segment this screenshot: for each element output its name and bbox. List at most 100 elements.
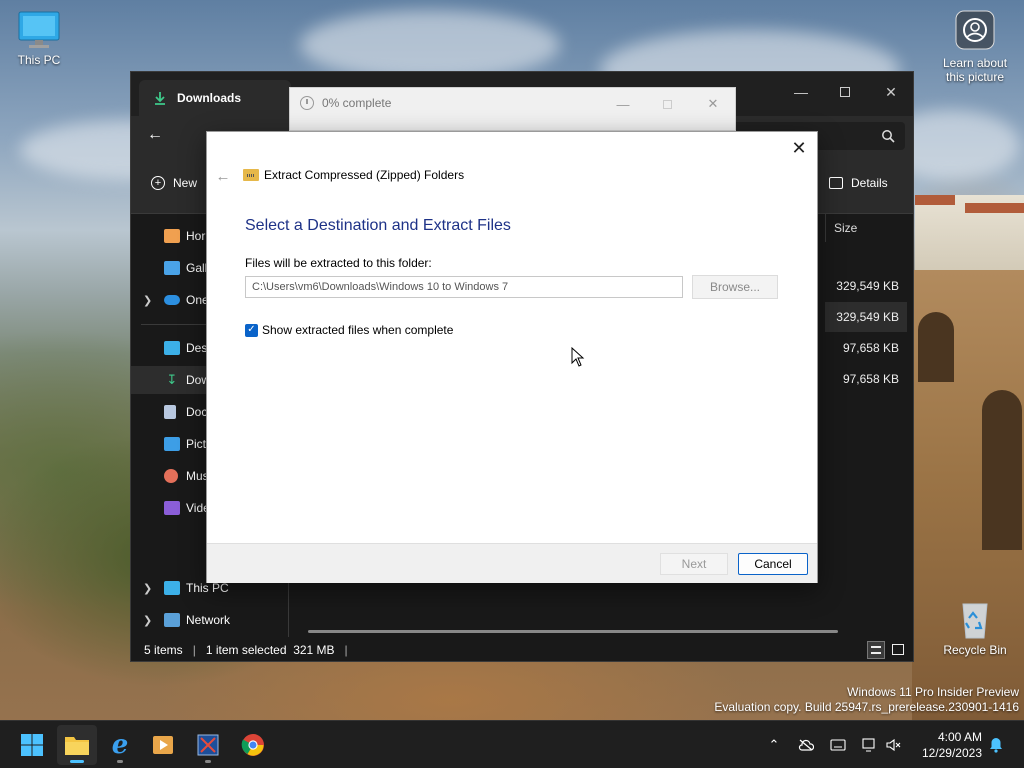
windows-watermark: Windows 11 Pro Insider Preview Evaluatio… <box>714 685 1019 715</box>
maximize-button[interactable] <box>825 78 865 106</box>
list-view-icon <box>871 646 881 654</box>
wizard-title-label: Extract Compressed (Zipped) Folders <box>264 168 465 182</box>
desktop-icon-learn-about-picture[interactable]: Learn about this picture <box>938 10 1012 84</box>
explorer-tab-label: Downloads <box>177 91 242 105</box>
back-arrow-icon[interactable]: ← <box>147 126 163 144</box>
file-size-cell: 329,549 KB <box>825 302 907 332</box>
desktop-icon-label: this picture <box>945 70 1005 84</box>
show-files-checkbox[interactable]: ✓ Show extracted files when complete <box>245 323 453 337</box>
desktop-icon-recycle-bin[interactable]: Recycle Bin <box>940 598 1010 657</box>
destination-path-field[interactable] <box>245 276 683 298</box>
chevron-right-icon[interactable]: ❯ <box>143 582 152 595</box>
checkmark-icon[interactable]: ✓ <box>245 323 258 337</box>
progress-title-label: 0% complete <box>322 96 392 110</box>
chevron-right-icon[interactable]: ❯ <box>143 614 152 627</box>
network-status-icon[interactable] <box>860 735 880 755</box>
zip-folder-icon <box>243 169 259 181</box>
nav-item-label: Network <box>186 613 231 627</box>
close-icon: ✕ <box>707 96 719 111</box>
maximize-icon <box>662 99 672 109</box>
extract-wizard-dialog: ✕ ← Extract Compressed (Zipped) Folders … <box>206 131 818 583</box>
horizontal-scrollbar[interactable] <box>308 630 838 633</box>
status-item-count: 5 items <box>144 643 183 657</box>
desktop-icon-this-pc[interactable]: This PC <box>10 10 68 67</box>
file-size-cell: 97,658 KB <box>842 372 899 386</box>
column-header-size[interactable]: Size <box>825 214 907 242</box>
plus-circle-icon: + <box>151 176 165 190</box>
taskbar-chrome[interactable] <box>233 725 273 765</box>
next-button[interactable]: Next <box>660 553 728 575</box>
search-icon <box>882 130 895 143</box>
close-button[interactable]: ✕ <box>698 94 728 114</box>
clock-icon <box>300 96 314 110</box>
details-button-label: Details <box>851 176 888 190</box>
mouse-cursor-icon <box>571 347 585 367</box>
tiles-view-toggle[interactable] <box>889 641 907 659</box>
desktop-icon-label: This PC <box>17 53 61 67</box>
close-button[interactable]: ✕ <box>871 78 911 106</box>
folder-icon <box>65 737 89 755</box>
new-button-label: New <box>173 176 198 190</box>
taskbar-edge[interactable]: e <box>100 725 140 765</box>
minimize-button[interactable]: — <box>781 78 821 106</box>
notification-bell-icon[interactable] <box>986 735 1006 755</box>
destination-label: Files will be extracted to this folder: <box>245 256 432 270</box>
chevron-right-icon[interactable]: ❯ <box>143 294 152 307</box>
system-clock[interactable]: 4:00 AM 12/29/2023 <box>908 729 982 761</box>
back-button[interactable]: ← <box>213 166 233 186</box>
camera-spotlight-icon <box>955 10 995 50</box>
keyboard-icon[interactable] <box>828 735 848 755</box>
download-arrow-icon <box>155 92 165 105</box>
explorer-status-bar: 5 items | 1 item selected 321 MB | <box>131 637 913 663</box>
download-arrow-icon: ↧ <box>166 372 178 387</box>
taskbar-file-explorer[interactable] <box>57 725 97 765</box>
explorer-tab-downloads[interactable]: Downloads <box>139 80 291 116</box>
details-pane-button[interactable]: Details <box>829 176 888 190</box>
gallery-icon <box>164 261 180 275</box>
nav-item-label: Hor <box>186 229 206 243</box>
minimize-icon: — <box>616 96 630 112</box>
back-arrow-icon: ← <box>215 167 231 185</box>
start-button[interactable] <box>12 725 52 765</box>
nav-item-network[interactable]: ❯ Network <box>131 606 289 634</box>
taskbar-archive-app[interactable] <box>188 725 228 765</box>
cancel-button[interactable]: Cancel <box>738 553 808 575</box>
running-indicator <box>70 760 84 763</box>
details-pane-icon <box>829 177 843 189</box>
windows-logo-icon <box>21 734 43 756</box>
wallpaper-cliff <box>912 270 1024 730</box>
new-button[interactable]: + New <box>151 176 197 190</box>
network-icon <box>164 613 180 627</box>
pictures-icon <box>164 437 180 451</box>
tiles-view-icon <box>892 644 904 655</box>
wallpaper-cloud <box>300 10 560 80</box>
running-indicator <box>117 760 123 763</box>
running-indicator <box>205 760 211 763</box>
taskbar-media-player[interactable] <box>143 725 183 765</box>
nav-item-label: This PC <box>186 581 229 595</box>
watermark-line: Windows 11 Pro Insider Preview <box>847 685 1019 699</box>
maximize-icon <box>840 87 850 97</box>
checkbox-label: Show extracted files when complete <box>262 323 454 337</box>
file-size-cell: 97,658 KB <box>842 341 899 355</box>
recycle-bin-icon <box>962 603 988 639</box>
maximize-button[interactable] <box>652 94 682 114</box>
details-view-toggle[interactable] <box>867 641 885 659</box>
close-button[interactable]: ✕ <box>787 136 811 160</box>
wizard-title: Extract Compressed (Zipped) Folders <box>243 168 464 182</box>
close-icon: ✕ <box>791 137 807 158</box>
browse-button[interactable]: Browse... <box>692 275 778 299</box>
column-header-label: Size <box>834 221 858 235</box>
volume-muted-icon[interactable] <box>884 735 904 755</box>
chevron-up-icon[interactable]: ⌃ <box>764 735 784 755</box>
status-separator: | <box>192 643 196 657</box>
taskbar: e ⌃ 4:00 AM 12/29/2023 <box>0 720 1024 768</box>
clock-time: 4:00 AM <box>937 730 982 744</box>
cloud-offline-icon[interactable] <box>796 735 816 755</box>
status-selection: 1 item selected 321 MB <box>205 643 335 657</box>
wizard-heading: Select a Destination and Extract Files <box>245 217 511 234</box>
wizard-footer: Next Cancel <box>207 543 817 583</box>
status-separator: | <box>344 643 348 657</box>
nav-item-label: Gall <box>186 261 208 275</box>
minimize-button[interactable]: — <box>608 94 638 114</box>
